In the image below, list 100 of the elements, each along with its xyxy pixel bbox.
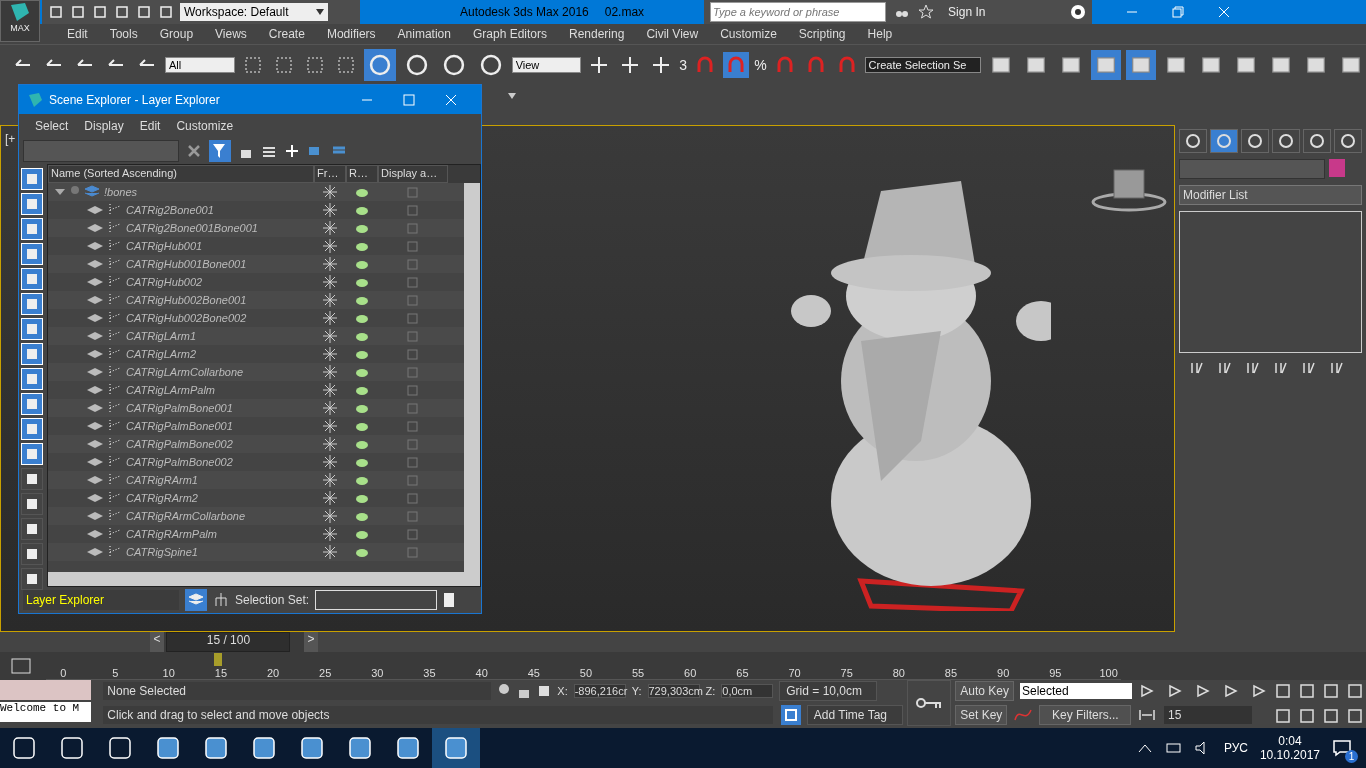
menu-item[interactable]: Modifiers (315, 27, 387, 41)
object-name[interactable]: CATRigLArmCollarbone (126, 366, 244, 378)
close-icon[interactable] (445, 93, 457, 106)
object-name-field[interactable] (1179, 158, 1325, 179)
vertical-scrollbar[interactable] (464, 183, 480, 572)
object-name[interactable]: CATRigHub002Bone001 (126, 294, 247, 306)
object-name[interactable]: CATRigPalmBone001 (126, 402, 233, 414)
snowflake-icon[interactable] (323, 275, 337, 289)
maxscript-listener-field[interactable] (0, 680, 92, 701)
search-field[interactable]: Type a keyword or phrase (710, 2, 887, 22)
column-header[interactable]: R… (346, 165, 378, 183)
sign-in-button[interactable]: Sign In (942, 4, 1063, 20)
menu-item[interactable]: Scripting (787, 27, 857, 41)
object-name[interactable]: CATRigPalmBone002 (126, 456, 233, 468)
object-name[interactable]: CATRigRArm1 (126, 474, 198, 486)
z-coordinate-field[interactable]: 0,0cm (721, 684, 774, 699)
key-mode-dropdown[interactable]: Selected (1020, 683, 1132, 700)
snowflake-icon[interactable] (323, 509, 337, 523)
clock[interactable]: 0:04 10.10.2017 (1259, 734, 1320, 762)
frame-cursor[interactable] (214, 653, 223, 667)
menu-item[interactable]: Civil View (635, 27, 710, 41)
snowflake-icon[interactable] (323, 203, 337, 217)
restore-icon[interactable] (1172, 6, 1185, 18)
menu-item[interactable]: Create (257, 27, 316, 41)
snowflake-icon[interactable] (323, 545, 337, 559)
object-name[interactable]: CATRigHub001 (126, 240, 203, 252)
object-name[interactable]: CATRigSpine1 (126, 546, 198, 558)
object-name[interactable]: CATRigRArmCollarbone (126, 510, 245, 522)
menu-item[interactable]: Edit (56, 27, 99, 41)
object-name[interactable]: CATRigLArm1 (126, 330, 197, 342)
menu-item[interactable]: Rendering (558, 27, 636, 41)
snowflake-icon[interactable] (323, 257, 337, 271)
reference-coordinate-dropdown[interactable]: View (511, 56, 582, 73)
object-name[interactable]: CATRigLArm2 (126, 348, 197, 360)
object-name[interactable]: CATRigPalmBone001 (126, 420, 233, 432)
isolate-icon[interactable] (780, 705, 801, 726)
next-frame-button[interactable]: > (304, 632, 318, 653)
key-filters-button[interactable]: Key Filters... (1039, 705, 1132, 726)
column-header[interactable]: Display a… (378, 165, 448, 183)
object-name[interactable]: CATRigRArm2 (126, 492, 198, 504)
snowflake-icon[interactable] (323, 527, 337, 541)
snowflake-icon[interactable] (323, 473, 337, 487)
current-frame-field[interactable]: 15 (1164, 706, 1252, 725)
object-name[interactable]: CATRigHub001Bone001 (126, 258, 247, 270)
column-header[interactable]: Fr… (314, 165, 346, 183)
plus-icon[interactable] (285, 144, 299, 158)
set-key-button[interactable] (907, 680, 952, 727)
object-name[interactable]: CATRigHub002 (126, 276, 203, 288)
selection-set-dropdown[interactable] (315, 590, 438, 610)
snowflake-icon[interactable] (323, 221, 337, 235)
snowflake-icon[interactable] (323, 437, 337, 451)
snowflake-icon[interactable] (323, 239, 337, 253)
horizontal-scrollbar[interactable] (48, 572, 480, 586)
add-time-tag-button[interactable]: Add Time Tag (806, 705, 904, 726)
snowflake-icon[interactable] (323, 293, 337, 307)
snowflake-icon[interactable] (323, 347, 337, 361)
close-icon[interactable] (1218, 6, 1231, 18)
previous-frame-button[interactable]: < (150, 632, 164, 653)
x-coordinate-field[interactable]: -896,216cr (573, 684, 626, 699)
snowflake-icon[interactable] (323, 311, 337, 325)
maxscript-output-field[interactable]: Welcome to M (0, 702, 92, 723)
modifier-stack-list[interactable] (1179, 210, 1362, 353)
language-indicator[interactable]: РУС (1223, 741, 1248, 755)
percent-snap-label[interactable]: % (754, 56, 767, 73)
menu-item[interactable]: Tools (98, 27, 149, 41)
snowflake-icon[interactable] (323, 419, 337, 433)
menu-item[interactable]: Help (856, 27, 904, 41)
layer-name[interactable]: !bones (104, 186, 138, 198)
modifier-list-dropdown[interactable]: Modifier List (1179, 184, 1362, 205)
column-header[interactable]: Name (Sorted Ascending) (48, 165, 314, 183)
app-menu-button[interactable]: MAX (0, 0, 40, 42)
snap-toggle-label[interactable]: 3 (679, 56, 688, 73)
set-key-mode-button[interactable]: Set Key (955, 705, 1008, 726)
help-icon[interactable] (1070, 4, 1087, 20)
snowflake-icon[interactable] (323, 329, 337, 343)
viewport-label[interactable]: [+ (5, 131, 16, 146)
snowflake-icon[interactable] (323, 383, 337, 397)
object-name[interactable]: CATRigPalmBone002 (126, 438, 233, 450)
snowflake-icon[interactable] (323, 401, 337, 415)
menu-item[interactable]: Animation (386, 27, 462, 41)
menu-item[interactable]: Group (148, 27, 205, 41)
named-selection-dropdown[interactable]: Create Selection Se (864, 56, 981, 73)
object-name[interactable]: CATRigRArmPalm (126, 528, 217, 540)
ribbon-caret-icon[interactable] (508, 92, 516, 99)
snowflake-icon[interactable] (323, 491, 337, 505)
find-field[interactable] (23, 140, 179, 162)
battery-icon[interactable] (1163, 742, 1182, 754)
object-name[interactable]: CATRig2Bone001 (126, 204, 214, 216)
auto-key-button[interactable]: Auto Key (955, 681, 1014, 702)
layers-icon[interactable] (185, 589, 207, 611)
menu-item[interactable]: Views (204, 27, 258, 41)
menu-item[interactable]: Customize (709, 27, 788, 41)
snowflake-icon[interactable] (323, 185, 337, 199)
selection-filter-dropdown[interactable]: All (165, 56, 235, 73)
object-color-swatch[interactable] (1329, 158, 1345, 177)
clear-icon[interactable] (187, 144, 201, 158)
snowflake-icon[interactable] (323, 365, 337, 379)
object-name[interactable]: CATRigLArmPalm (126, 384, 216, 396)
menu-item[interactable]: Graph Editors (461, 27, 558, 41)
explorer-type-dropdown[interactable]: Layer Explorer (23, 590, 179, 610)
